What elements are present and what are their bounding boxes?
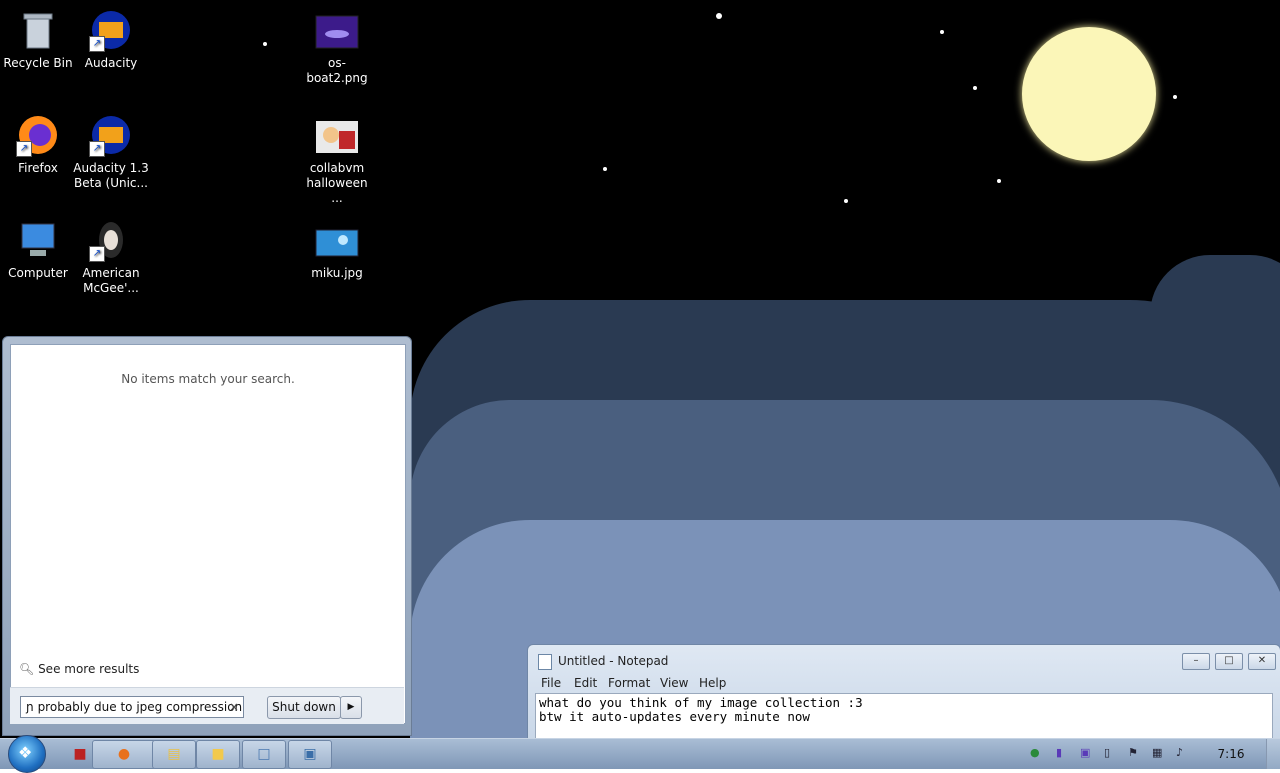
- taskbar-firefox-icon[interactable]: ●: [92, 740, 156, 769]
- audacity-icon: ↗: [87, 113, 135, 157]
- icon-label: miku.jpg: [311, 266, 363, 280]
- desktop-icon-collabvm-halloween[interactable]: collabvm halloween ...: [299, 113, 375, 206]
- maximize-button[interactable]: □: [1215, 653, 1243, 670]
- taskbar-remote-icon[interactable]: ▣: [288, 740, 332, 769]
- desktop-icon-recycle-bin[interactable]: Recycle Bin: [0, 8, 76, 71]
- desktop-icon-firefox[interactable]: ↗ Firefox: [0, 113, 76, 176]
- menu-file[interactable]: File: [541, 676, 561, 690]
- star: [603, 167, 607, 171]
- shortcut-arrow-icon: ↗: [16, 141, 32, 157]
- taskbar: ❖ ■ ● ▤ ■ □ ▣ ● ▮ ▣ ▯ ⚑ ▦ ♪ 7:16: [0, 735, 1280, 773]
- search-results-pane: No items match your search. 🔍︎ See more …: [10, 344, 406, 724]
- icon-label: Firefox: [18, 161, 58, 175]
- taskbar-notepad-icon[interactable]: □: [242, 740, 286, 769]
- notepad-text-area[interactable]: what do you think of my image collection…: [535, 693, 1273, 741]
- taskbar-explorer-icon[interactable]: ▤: [152, 740, 196, 769]
- audacity-icon: ↗: [87, 8, 135, 52]
- icon-label: American McGee'...: [82, 266, 140, 295]
- text-line: what do you think of my image collection…: [539, 695, 863, 710]
- desktop-icon-audacity[interactable]: ↗ Audacity: [73, 8, 149, 71]
- star: [1173, 95, 1177, 99]
- menu-edit[interactable]: Edit: [574, 676, 597, 690]
- icon-label: Audacity 1.3 Beta (Unic...: [73, 161, 149, 190]
- image-file-icon: [313, 8, 361, 52]
- minimize-button[interactable]: –: [1182, 653, 1210, 670]
- shortcut-arrow-icon: ↗: [89, 36, 105, 52]
- star: [973, 86, 977, 90]
- image-file-icon: [313, 218, 361, 262]
- window-title: Untitled - Notepad: [558, 654, 669, 668]
- icon-label: os-boat2.png: [306, 56, 368, 85]
- desktop-icon-os-boat2[interactable]: os-boat2.png: [299, 8, 375, 86]
- taskbar-folder-icon[interactable]: ■: [196, 740, 240, 769]
- clock[interactable]: 7:16: [1211, 747, 1251, 761]
- firefox-icon: ↗: [14, 113, 62, 157]
- text-line: btw it auto-updates every minute now: [539, 709, 810, 724]
- see-more-label: See more results: [38, 662, 140, 676]
- document-icon[interactable]: ▯: [1104, 746, 1110, 759]
- icon-label: Recycle Bin: [3, 56, 73, 70]
- menu-bar: File Edit Format View Help: [528, 674, 1280, 692]
- microphone-icon[interactable]: ▮: [1056, 746, 1062, 759]
- network-globe-icon[interactable]: ●: [1030, 746, 1040, 759]
- star: [716, 13, 722, 19]
- desktop-icon-miku[interactable]: miku.jpg: [299, 218, 375, 281]
- image-file-icon: [313, 113, 361, 157]
- star: [940, 30, 944, 34]
- menu-view[interactable]: View: [660, 676, 688, 690]
- close-button[interactable]: ✕: [1248, 653, 1276, 670]
- star: [844, 199, 848, 203]
- menu-help[interactable]: Help: [699, 676, 726, 690]
- game-icon: ↗: [87, 218, 135, 262]
- shortcut-arrow-icon: ↗: [89, 246, 105, 262]
- notepad-icon: [538, 654, 552, 670]
- computer-icon: [14, 218, 62, 262]
- flag-icon[interactable]: ⚑: [1128, 746, 1138, 759]
- notepad-window: Untitled - Notepad – □ ✕ File Edit Forma…: [527, 644, 1280, 742]
- icon-label: collabvm halloween ...: [306, 161, 368, 205]
- show-desktop-button[interactable]: [1266, 739, 1280, 769]
- shortcut-arrow-icon: ↗: [89, 141, 105, 157]
- volume-icon[interactable]: ♪: [1176, 746, 1183, 759]
- start-search-input[interactable]: ɲ probably due to jpeg compression ×: [20, 696, 244, 718]
- icon-label: Computer: [8, 266, 68, 280]
- moon: [1022, 27, 1156, 161]
- windows-logo-icon: ❖: [18, 743, 33, 762]
- no-results-message: No items match your search.: [121, 372, 295, 386]
- shut-down-options-arrow-icon[interactable]: ▶: [340, 696, 362, 719]
- search-icon: 🔍︎: [19, 662, 35, 676]
- shut-down-button[interactable]: Shut down: [267, 696, 341, 719]
- start-button[interactable]: ❖: [8, 735, 46, 773]
- search-input-value: ɲ probably due to jpeg compression: [26, 700, 243, 714]
- display-icon[interactable]: ▣: [1080, 746, 1090, 759]
- network-icon[interactable]: ▦: [1152, 746, 1162, 759]
- desktop-icon-computer[interactable]: Computer: [0, 218, 76, 281]
- recycle-bin-icon: [14, 8, 62, 52]
- desktop-icon-audacity-beta[interactable]: ↗ Audacity 1.3 Beta (Unic...: [73, 113, 149, 191]
- menu-format[interactable]: Format: [608, 676, 650, 690]
- see-more-results-link[interactable]: 🔍︎ See more results: [19, 662, 139, 676]
- desktop-icon-american-mcgee[interactable]: ↗ American McGee'...: [73, 218, 149, 296]
- star: [997, 179, 1001, 183]
- start-menu: No items match your search. 🔍︎ See more …: [2, 336, 412, 736]
- icon-label: Audacity: [84, 56, 138, 70]
- star: [263, 42, 267, 46]
- clear-search-icon[interactable]: ×: [229, 697, 239, 717]
